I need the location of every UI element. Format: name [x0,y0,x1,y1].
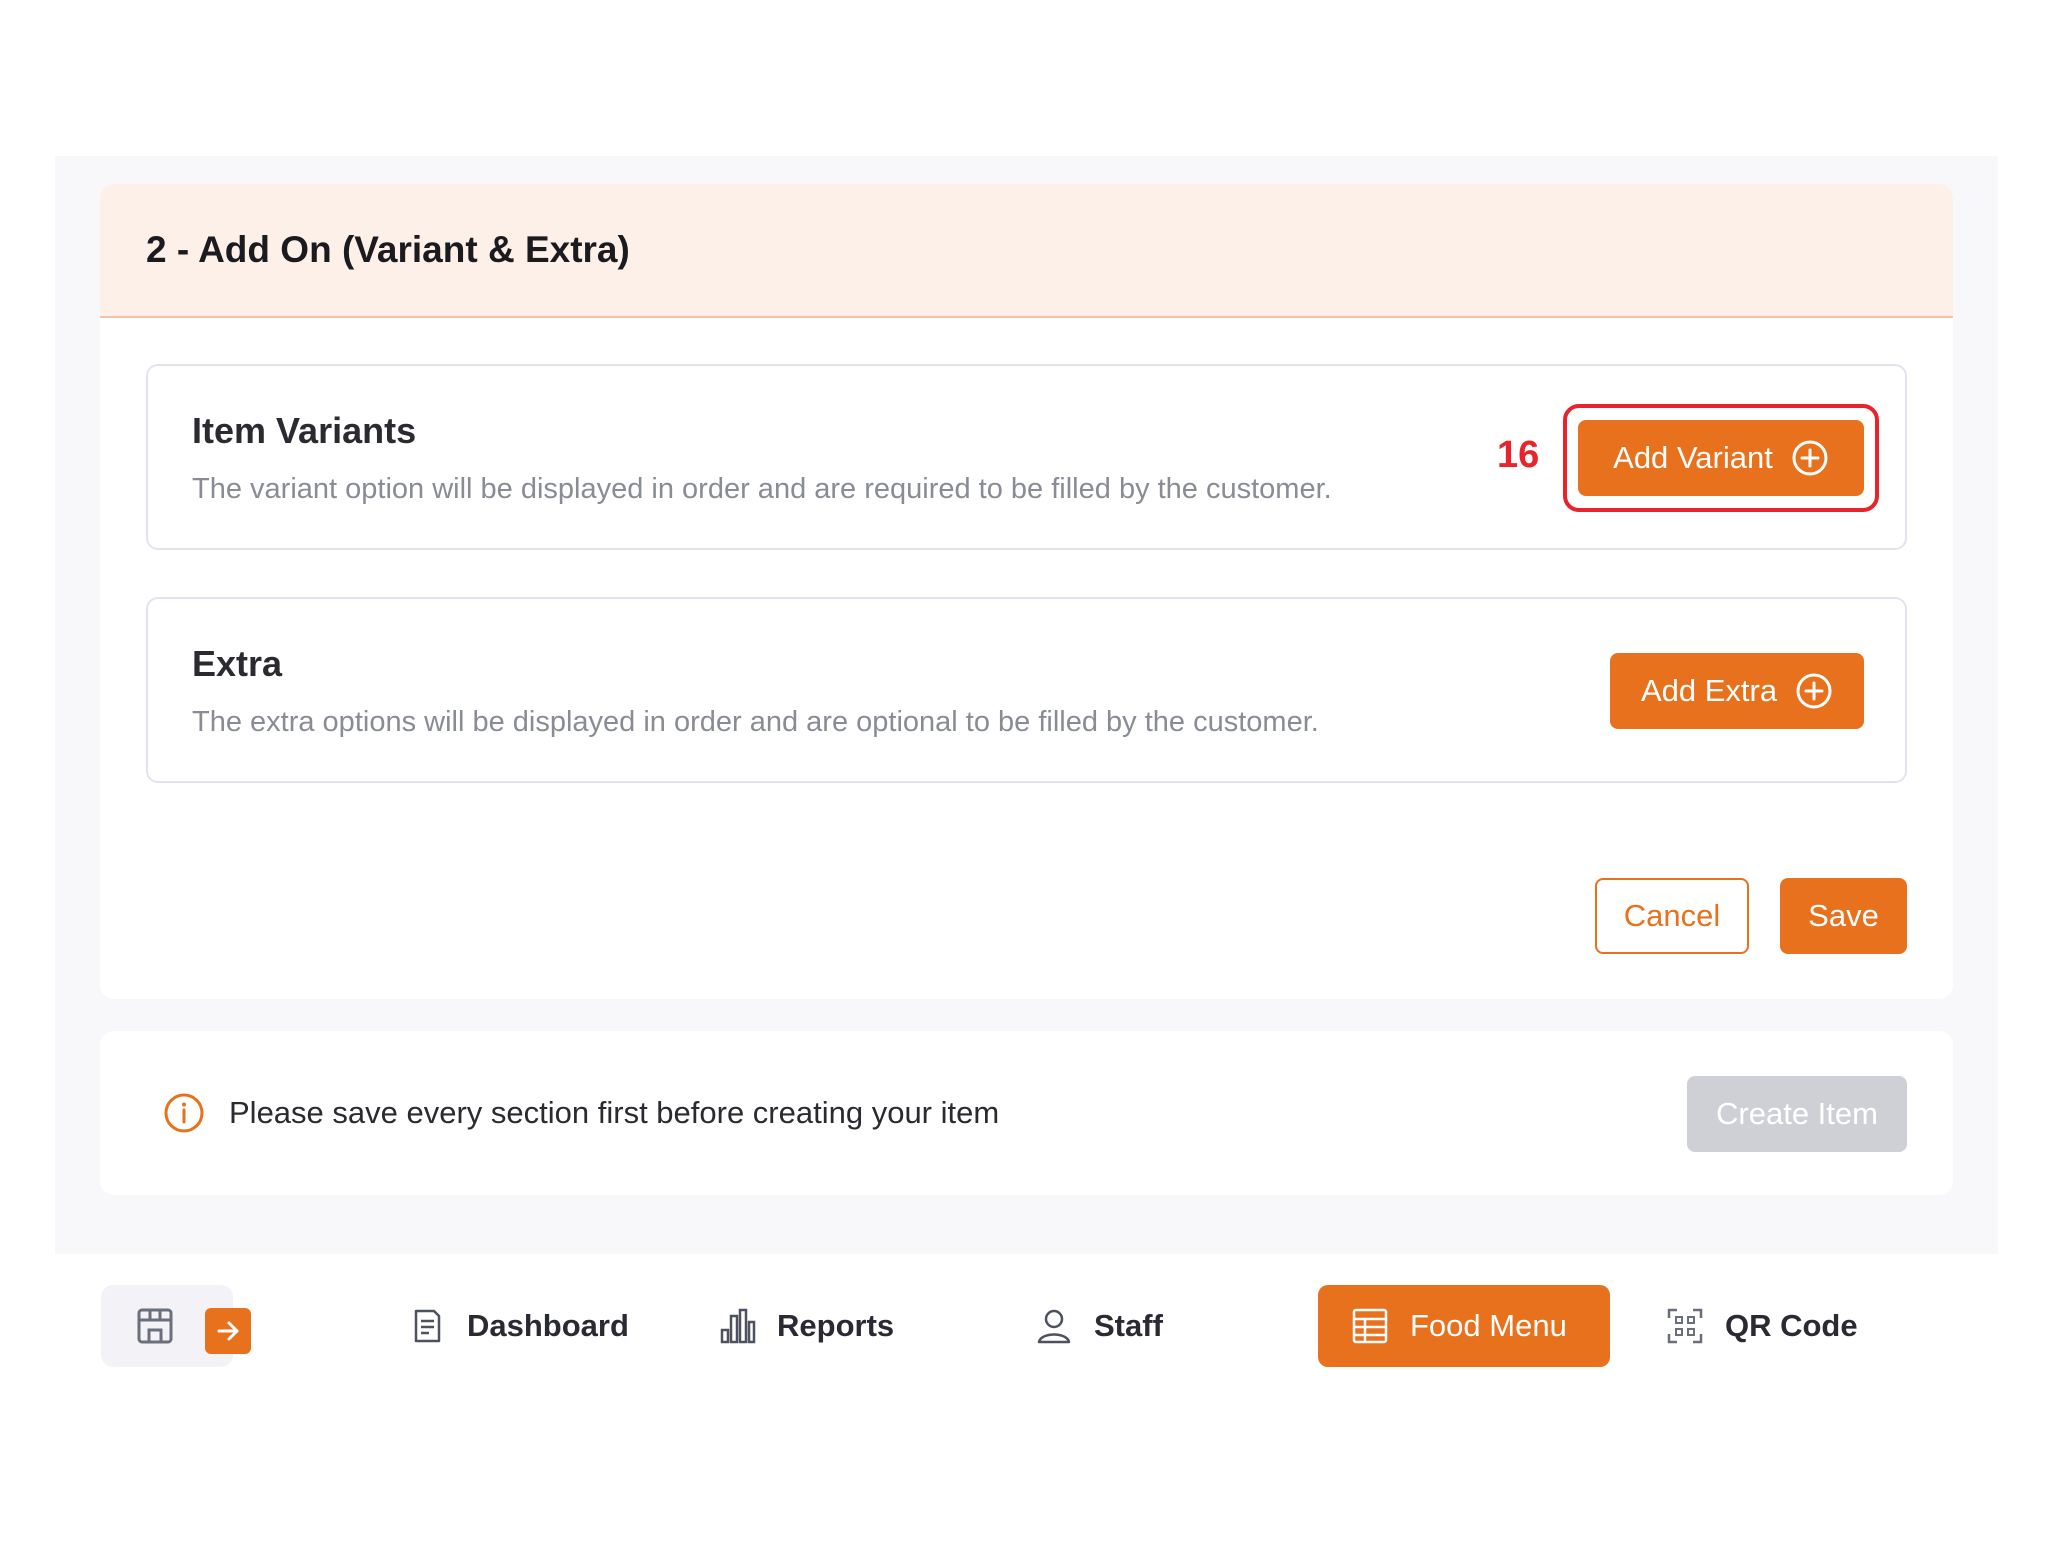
add-extra-button[interactable]: Add Extra [1610,653,1864,729]
add-on-section: 2 - Add On (Variant & Extra) Item Varian… [100,184,1953,999]
save-label: Save [1808,898,1879,933]
bottom-navigation: Dashboard Reports Staff Food Menu QR Cod… [55,1255,1998,1400]
add-extra-label: Add Extra [1640,673,1778,708]
info-icon [164,1093,204,1133]
nav-reports[interactable]: Reports [717,1285,957,1367]
nav-qr-code-label: QR Code [1725,1308,1858,1343]
arrow-right-icon [217,1321,239,1341]
menu-grid-icon [1352,1308,1388,1344]
variants-description: The variant option will be displayed in … [192,473,1332,505]
nav-dashboard[interactable]: Dashboard [407,1285,667,1367]
extra-title: Extra [192,643,283,684]
bar-chart-icon [720,1308,756,1344]
store-icon [137,1308,173,1344]
save-notice-card: Please save every section first before c… [100,1031,1953,1195]
extra-description: The extra options will be displayed in o… [192,706,1319,738]
step-number-label: 16 [1497,434,1540,476]
person-icon [1037,1309,1071,1344]
extra-panel: Extra The extra options will be displaye… [146,597,1907,783]
cancel-button[interactable]: Cancel [1595,878,1749,954]
document-icon [414,1309,441,1343]
nav-dashboard-label: Dashboard [467,1308,629,1343]
nav-qr-code[interactable]: QR Code [1665,1285,1885,1367]
qr-code-icon [1667,1308,1703,1344]
nav-food-menu-label: Food Menu [1410,1308,1567,1343]
highlight-box [1563,404,1879,512]
nav-food-menu[interactable]: Food Menu [1318,1285,1610,1367]
nav-reports-label: Reports [777,1308,895,1343]
notice-text: Please save every section first before c… [229,1095,1000,1130]
section-title: 2 - Add On (Variant & Extra) [146,229,630,270]
plus-circle-icon [1796,673,1832,709]
expand-arrow-button[interactable] [205,1308,251,1354]
section-header: 2 - Add On (Variant & Extra) [100,184,1953,318]
nav-staff[interactable]: Staff [1034,1285,1234,1367]
save-button[interactable]: Save [1780,878,1907,954]
variants-title: Item Variants [192,410,417,451]
nav-staff-label: Staff [1094,1308,1163,1343]
create-item-button[interactable]: Create Item [1687,1076,1907,1152]
